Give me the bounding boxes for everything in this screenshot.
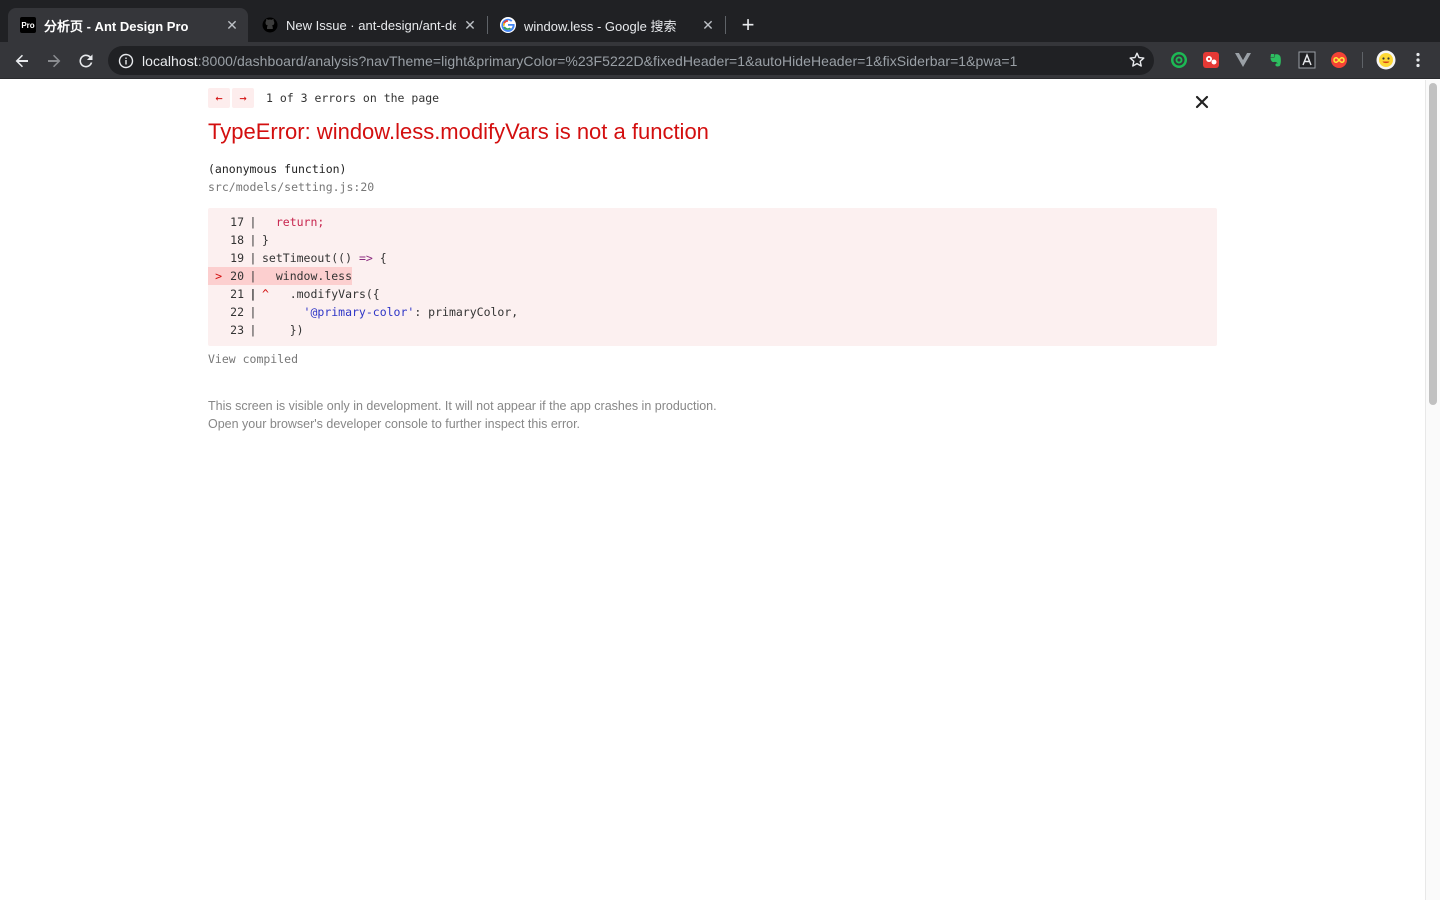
profile-avatar-icon[interactable] [1376, 50, 1396, 70]
note-line: Open your browser's developer console to… [208, 417, 581, 431]
stack-function-name: (anonymous function) [208, 162, 347, 176]
code-text: setTimeout(() => { [262, 251, 387, 265]
page-scrollbar[interactable] [1425, 80, 1440, 900]
error-navigation: ← → 1 of 3 errors on the page [208, 88, 439, 108]
tab-strip: Pro 分析页 - Ant Design Pro ✕ New Issue · a… [0, 0, 1440, 42]
url-host: localhost [142, 52, 198, 69]
previous-error-button[interactable]: ← [208, 88, 230, 108]
tab-google-search[interactable]: window.less - Google 搜索 ✕ [488, 8, 724, 42]
code-frame: 17 | return; 18 |} 19 | setTimeout(() => { >… [208, 208, 1217, 346]
code-text: return; [262, 215, 325, 229]
evernote-icon[interactable] [1266, 51, 1284, 69]
code-text: window.less [262, 267, 353, 285]
close-overlay-icon[interactable] [1194, 94, 1210, 110]
new-tab-button[interactable]: + [736, 13, 760, 37]
development-note: This screen is visible only in developme… [208, 397, 717, 433]
info-icon[interactable] [118, 53, 134, 69]
code-line: 17 | return; [230, 215, 325, 229]
code-line: 19 | setTimeout(() => { [230, 251, 387, 265]
code-line: 23 | }) [230, 323, 304, 337]
google-icon [500, 17, 516, 33]
note-line: This screen is visible only in developme… [208, 399, 717, 413]
toolbar-divider [1362, 52, 1363, 68]
close-tab-icon[interactable]: ✕ [698, 15, 718, 35]
url-text: localhost:8000/dashboard/analysis?navThe… [142, 53, 1017, 69]
browser-toolbar: localhost:8000/dashboard/analysis?navThe… [0, 42, 1440, 79]
code-line-highlighted: >20 | window.less [208, 267, 1217, 285]
tab-ant-design-pro[interactable]: Pro 分析页 - Ant Design Pro ✕ [8, 8, 248, 42]
reload-icon [79, 54, 93, 68]
font-icon[interactable] [1298, 51, 1316, 69]
address-bar[interactable]: localhost:8000/dashboard/analysis?navThe… [108, 46, 1154, 75]
code-text: }) [262, 323, 304, 337]
code-line: 18 |} [230, 233, 269, 247]
scrollbar-thumb[interactable] [1429, 83, 1437, 405]
back-button[interactable] [9, 48, 35, 74]
tab-title: New Issue · ant-design/ant-de [286, 17, 456, 33]
code-line: 22 | '@primary-color': primaryColor, [230, 305, 519, 319]
tab-title: 分析页 - Ant Design Pro [44, 18, 189, 34]
red-puzzle-icon[interactable] [1202, 51, 1220, 69]
stack-file-location[interactable]: src/models/setting.js:20 [208, 180, 374, 194]
tab-title: window.less - Google 搜索 [524, 18, 677, 34]
error-line-marker: > [208, 267, 222, 285]
code-line: 21 | ^ .modifyVars({ [230, 287, 380, 301]
tab-divider [725, 16, 726, 34]
target-icon[interactable] [1170, 51, 1188, 69]
error-overlay: ← → 1 of 3 errors on the page TypeError:… [0, 80, 1425, 900]
bookmark-star-icon[interactable] [1128, 51, 1146, 69]
arrow-right-icon [48, 54, 61, 68]
url-path: :8000/dashboard/analysis?navTheme=light&… [197, 52, 1018, 69]
reload-button[interactable] [73, 48, 99, 74]
pro-favicon-icon: Pro [20, 17, 36, 33]
infinity-icon[interactable] [1330, 51, 1348, 69]
github-icon [262, 17, 278, 33]
plus-icon: + [741, 12, 755, 37]
error-count: 1 of 3 errors on the page [266, 91, 440, 105]
vue-icon[interactable] [1234, 51, 1252, 69]
close-tab-icon[interactable]: ✕ [222, 15, 242, 35]
error-title: TypeError: window.less.modifyVars is not… [208, 119, 709, 144]
code-text: } [262, 233, 269, 247]
forward-button[interactable] [41, 48, 67, 74]
close-tab-icon[interactable]: ✕ [460, 15, 480, 35]
arrow-left-icon [15, 54, 28, 68]
more-menu-icon[interactable] [1409, 51, 1427, 69]
code-text: ^ .modifyVars({ [262, 287, 380, 301]
tab-github-new-issue[interactable]: New Issue · ant-design/ant-de ✕ [250, 8, 486, 42]
next-error-button[interactable]: → [232, 88, 254, 108]
view-compiled-link[interactable]: View compiled [208, 352, 298, 366]
code-text: '@primary-color': primaryColor, [303, 305, 519, 319]
